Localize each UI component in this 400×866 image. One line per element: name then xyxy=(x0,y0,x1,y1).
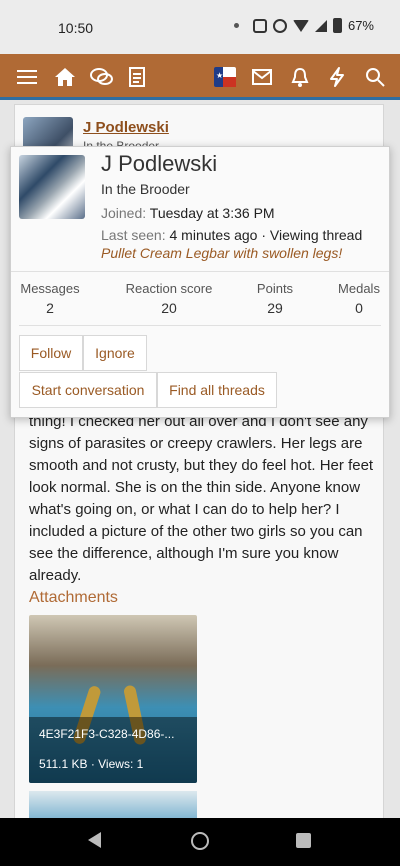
member-joined: Joined: Tuesday at 3:36 PM xyxy=(101,205,275,221)
signal-icon xyxy=(314,19,327,32)
member-name[interactable]: J Podlewski xyxy=(101,151,217,177)
stat-label: Medals xyxy=(338,281,380,296)
stat-messages[interactable]: Messages 2 xyxy=(19,281,81,316)
status-time: 10:50 xyxy=(58,20,94,36)
stat-reaction-score[interactable]: Reaction score 20 xyxy=(119,281,219,316)
last-seen-label: Last seen: xyxy=(101,227,166,243)
find-all-threads-button[interactable]: Find all threads xyxy=(157,372,277,408)
post-username[interactable]: J Podlewski xyxy=(83,119,169,136)
member-last-seen: Last seen: 4 minutes ago · Viewing threa… xyxy=(101,227,362,243)
inbox-icon[interactable] xyxy=(249,64,275,90)
menu-icon[interactable] xyxy=(14,64,40,90)
joined-value: Tuesday at 3:36 PM xyxy=(149,205,275,221)
viewing-thread-link[interactable]: Pullet Cream Legbar with swollen legs! xyxy=(101,245,342,261)
post-body: thing! I checked her out all over and I … xyxy=(29,413,374,584)
attachments-heading: Attachments xyxy=(29,589,118,606)
do-not-disturb-icon xyxy=(272,18,287,33)
system-nav-bar xyxy=(0,818,400,866)
divider xyxy=(11,271,389,272)
stat-value: 0 xyxy=(355,300,363,316)
home-icon[interactable] xyxy=(52,64,78,90)
search-icon[interactable] xyxy=(362,64,388,90)
status-icons: 67% xyxy=(233,18,374,33)
stat-label: Reaction score xyxy=(125,281,213,296)
start-conversation-button[interactable]: Start conversation xyxy=(19,372,157,408)
divider xyxy=(19,325,381,326)
home-button-icon[interactable] xyxy=(191,832,209,850)
status-bar: 10:50 67% xyxy=(0,0,400,54)
pages-icon[interactable] xyxy=(124,64,150,90)
flag-icon[interactable] xyxy=(212,64,238,90)
notification-dot-icon xyxy=(233,23,239,28)
member-tooltip: J Podlewski In the Brooder Joined: Tuesd… xyxy=(10,146,390,418)
forums-icon[interactable] xyxy=(89,64,115,90)
member-title: In the Brooder xyxy=(101,181,190,197)
recents-icon[interactable] xyxy=(296,833,311,848)
stat-label: Points xyxy=(256,281,294,296)
site-navbar xyxy=(0,54,400,100)
stat-label: Messages xyxy=(20,281,80,296)
battery-percent: 67% xyxy=(347,18,374,33)
follow-button[interactable]: Follow xyxy=(19,335,83,371)
last-seen-value: 4 minutes ago · Viewing thread xyxy=(169,227,363,243)
alerts-icon[interactable] xyxy=(287,64,313,90)
stat-medals[interactable]: Medals 0 xyxy=(333,281,385,316)
attachment-name[interactable]: 4E3F21F3-C328-4D86-... xyxy=(39,727,174,741)
member-avatar[interactable] xyxy=(19,155,85,219)
stat-points[interactable]: Points 29 xyxy=(249,281,301,316)
attachment-thumbnail[interactable]: 4E3F21F3-C328-4D86-... 511.1 KB · Views:… xyxy=(29,615,197,783)
back-icon[interactable] xyxy=(88,832,101,848)
stat-value: 2 xyxy=(46,300,54,316)
joined-label: Joined: xyxy=(101,205,147,221)
vibrate-icon xyxy=(252,18,267,33)
stat-value: 20 xyxy=(161,300,177,316)
whats-new-icon[interactable] xyxy=(324,64,350,90)
ignore-button[interactable]: Ignore xyxy=(83,335,147,371)
wifi-icon xyxy=(292,19,309,32)
battery-icon xyxy=(332,18,342,33)
attachment-meta: 511.1 KB · Views: 1 xyxy=(39,757,144,771)
stat-value: 29 xyxy=(267,300,283,316)
attachment-overlay: 4E3F21F3-C328-4D86-... 511.1 KB · Views:… xyxy=(29,717,197,783)
